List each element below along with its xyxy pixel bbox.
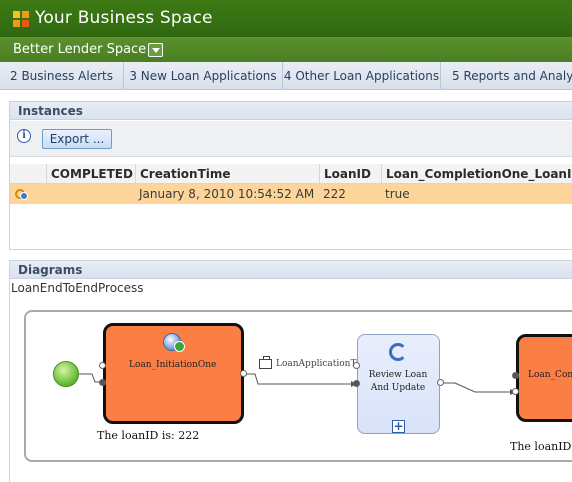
task2-label-line2: And Update: [370, 383, 426, 393]
task2-port-out: [437, 379, 444, 386]
sequence-flows: [79, 373, 516, 395]
task1-caption: The loanID is: 222: [97, 429, 200, 442]
task3-port-in: [512, 388, 519, 395]
app-window: Your Business Space Better Lender Space …: [0, 0, 572, 482]
human-task-icon: [163, 333, 185, 352]
task2-label-line1: Review Loan: [368, 370, 428, 380]
task3-label: Loan_Comp: [528, 370, 572, 380]
task1-port-out: [240, 370, 247, 377]
task1-label: Loan_InitiationOne: [129, 360, 217, 370]
task3-port-in-active: [512, 372, 519, 379]
task3-caption: The loanID is: [510, 440, 572, 453]
refresh-icon: [389, 343, 407, 361]
task2-port-in-active: [353, 380, 360, 387]
task1-port-in-active: [99, 379, 106, 386]
envelope-icon: [259, 356, 272, 369]
expand-subprocess-button[interactable]: +: [392, 420, 405, 433]
start-event[interactable]: [53, 361, 79, 387]
task1-port-in: [99, 362, 106, 369]
task2-port-in: [353, 362, 360, 369]
